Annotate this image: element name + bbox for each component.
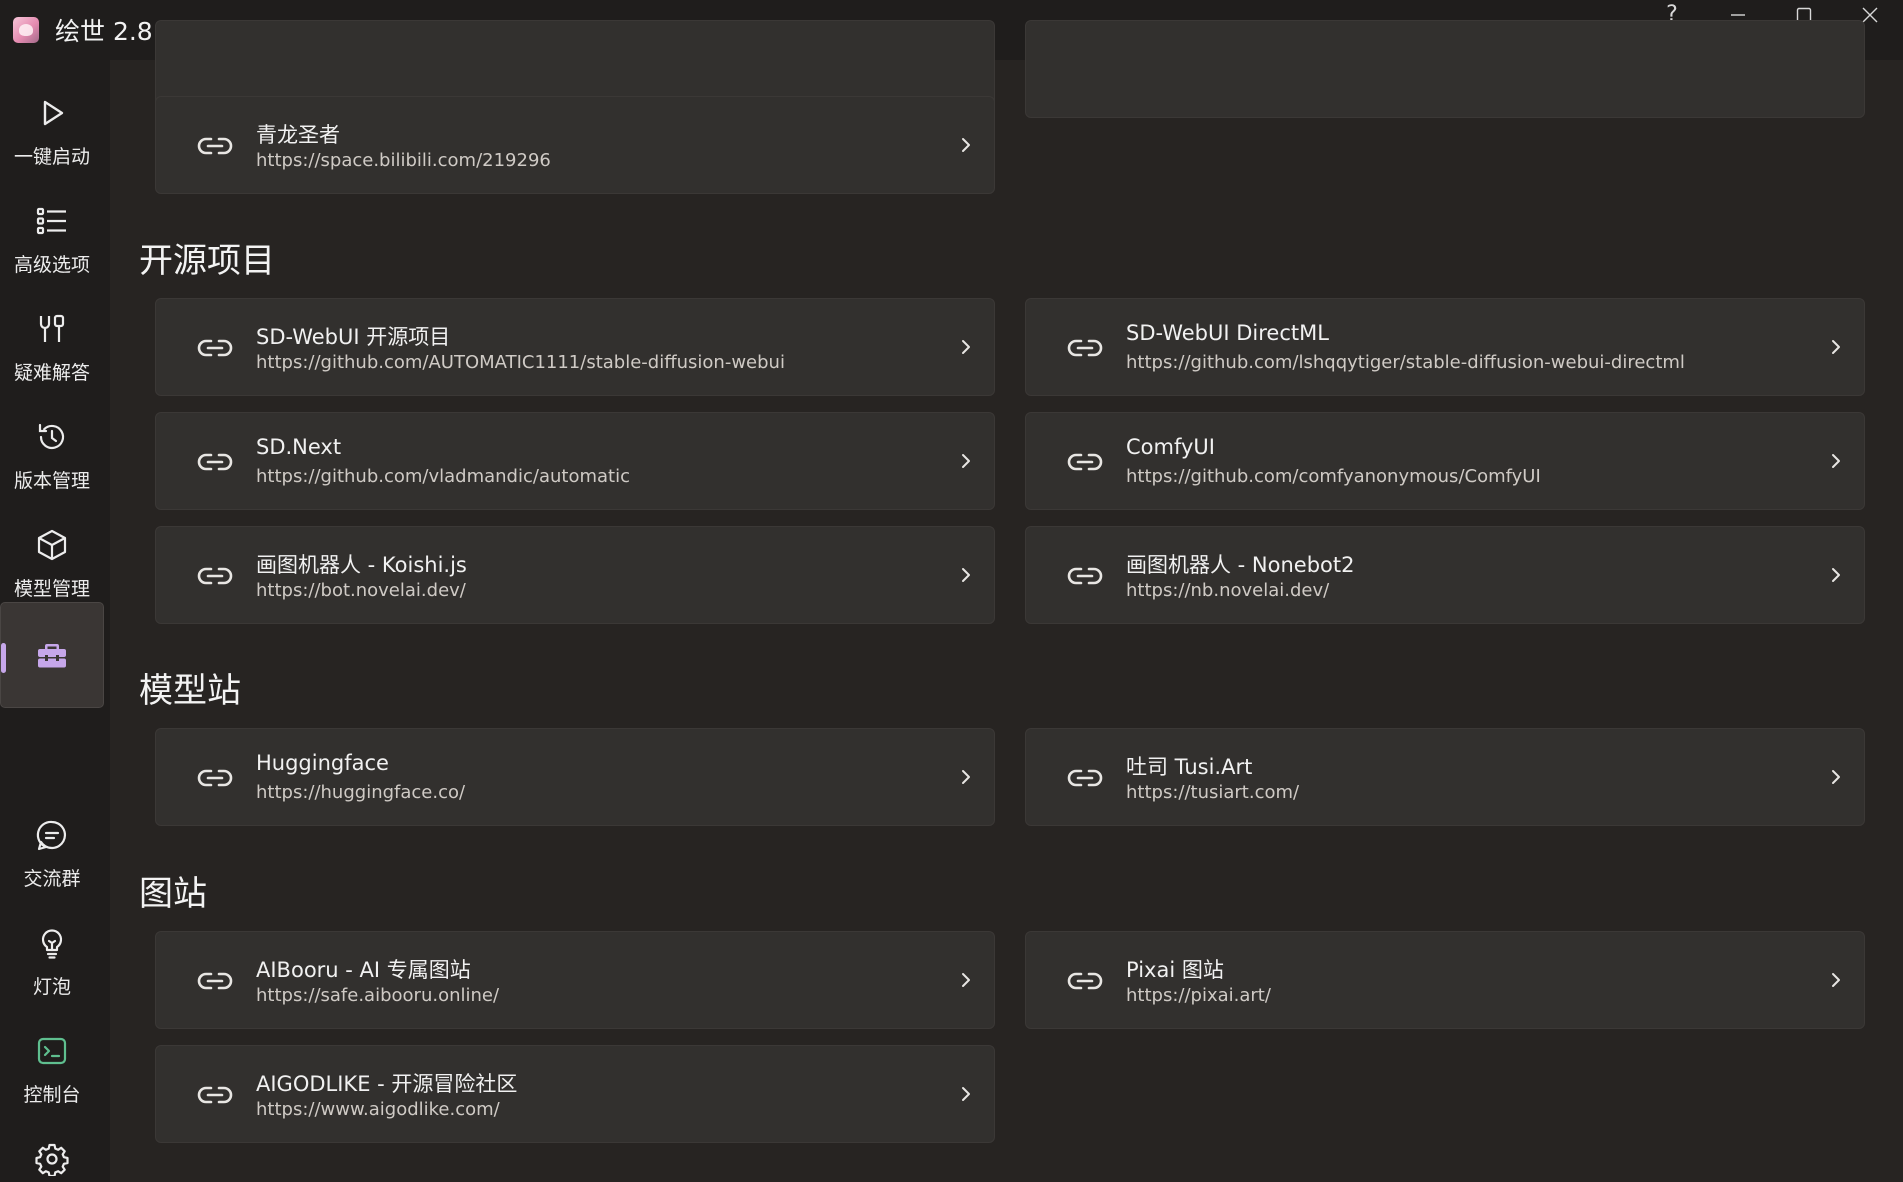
link-card[interactable]: ComfyUI https://github.com/comfyanonymou… [1025,412,1865,510]
history-icon [38,423,65,449]
link-card[interactable]: 画图机器人 - Nonebot2 https://nb.novelai.dev/ [1025,526,1865,624]
lightbulb-icon [41,928,63,959]
cube-icon [37,529,67,560]
link-icon [197,972,233,990]
chevron-right-icon [1832,568,1840,582]
play-icon [43,100,64,125]
link-card[interactable]: AIGODLIKE - 开源冒险社区 https://www.aigodlike… [155,1045,995,1143]
chat-icon [36,820,67,850]
card-url: https://www.aigodlike.com/ [256,1099,500,1120]
link-icon [197,339,233,357]
nav-item-settings[interactable]: 设置 [0,1128,104,1182]
tools-icon [39,314,65,342]
nav-label: 疑难解答 [13,361,90,384]
card-title: AIGODLIKE - 开源冒险社区 [256,1072,518,1096]
link-icon [1067,453,1103,471]
nav-label: 灯泡 [32,975,71,998]
card-title: ComfyUI [1126,435,1215,459]
card-title: 画图机器人 - Nonebot2 [1126,553,1355,577]
chevron-right-icon [1832,340,1840,354]
nav-label: 控制台 [23,1083,81,1106]
nav-label: 交流群 [23,867,81,890]
main-content: 青龙圣者 https://space.bilibili.com/219296 开… [110,20,1903,1182]
card-url: https://github.com/comfyanonymous/ComfyU… [1126,466,1541,487]
card-title: SD-WebUI 开源项目 [256,325,451,349]
link-icon [1067,769,1103,787]
chevron-right-icon [962,340,970,354]
link-card[interactable]: Pixai 图站 https://pixai.art/ [1025,931,1865,1029]
chevron-right-icon [1832,770,1840,784]
card-url: https://github.com/AUTOMATIC1111/stable-… [256,352,785,373]
chevron-right-icon [962,1087,970,1101]
card-url: https://safe.aibooru.online/ [256,985,500,1006]
app-logo-icon [13,17,39,43]
link-card[interactable]: SD.Next https://github.com/vladmandic/au… [155,412,995,510]
card-url: https://nb.novelai.dev/ [1126,580,1330,601]
card-title: Huggingface [256,751,389,775]
nav-item-advanced[interactable]: 高级选项 [0,190,104,290]
nav-item-toolbox[interactable] [0,602,104,708]
card-url: https://github.com/vladmandic/automatic [256,466,630,487]
link-icon [1067,972,1103,990]
link-card[interactable]: Huggingface https://huggingface.co/ [155,728,995,826]
card-title: AIBooru - AI 专属图站 [256,958,471,982]
link-icon [1067,339,1103,357]
app-window: 绘世 2.8.11 ? 一键启动 高级选项 疑难解答 版本管理 模型管理 交流群… [0,0,1903,1182]
nav-item-models[interactable]: 模型管理 [0,514,104,614]
link-icon [197,567,233,585]
link-icon [1067,567,1103,585]
card-url: https://space.bilibili.com/219296 [256,150,551,171]
link-card[interactable]: SD-WebUI 开源项目 https://github.com/AUTOMAT… [155,298,995,396]
section-title-image-sites: 图站 [139,874,207,914]
chevron-right-icon [962,138,970,152]
gear-icon [35,1143,69,1176]
nav-label: 高级选项 [13,253,90,276]
chevron-right-icon [962,454,970,468]
section-title-open-source: 开源项目 [139,241,275,281]
close-icon [1862,7,1878,23]
card-title: SD-WebUI DirectML [1126,321,1329,345]
card-url: https://bot.novelai.dev/ [256,580,466,601]
link-card[interactable]: 青龙圣者 https://space.bilibili.com/219296 [155,96,995,194]
section-title-model-sites: 模型站 [139,671,241,711]
link-card[interactable]: 画图机器人 - Koishi.js https://bot.novelai.de… [155,526,995,624]
nav-item-versions[interactable]: 版本管理 [0,406,104,506]
chevron-right-icon [1832,454,1840,468]
link-card-partial[interactable] [1025,20,1865,118]
nav-item-tips[interactable]: 灯泡 [0,912,104,1012]
card-url: https://huggingface.co/ [256,782,466,803]
card-url: https://pixai.art/ [1126,985,1271,1006]
link-icon [197,453,233,471]
active-indicator [1,643,6,673]
chevron-right-icon [962,770,970,784]
nav-item-console[interactable]: 控制台 [0,1020,104,1120]
link-card[interactable]: AIBooru - AI 专属图站 https://safe.aibooru.o… [155,931,995,1029]
nav-label: 版本管理 [13,469,90,492]
card-url: https://github.com/lshqqytiger/stable-di… [1126,352,1685,373]
chevron-right-icon [962,568,970,582]
list-icon [36,207,66,234]
card-title: 青龙圣者 [256,123,340,147]
sidebar-nav: 一键启动 高级选项 疑难解答 版本管理 模型管理 交流群 灯泡 控制台 [0,60,110,1182]
nav-label: 一键启动 [13,145,90,168]
card-title: Pixai 图站 [1126,958,1224,982]
card-title: SD.Next [256,435,342,459]
nav-item-launch[interactable]: 一键启动 [0,82,104,182]
console-icon [37,1037,67,1064]
card-url: https://tusiart.com/ [1126,782,1300,803]
chevron-right-icon [962,973,970,987]
link-card[interactable]: 吐司 Tusi.Art https://tusiart.com/ [1025,728,1865,826]
link-card[interactable]: SD-WebUI DirectML https://github.com/lsh… [1025,298,1865,396]
chevron-right-icon [1832,973,1840,987]
link-icon [197,769,233,787]
nav-item-troubleshoot[interactable]: 疑难解答 [0,298,104,398]
card-title: 画图机器人 - Koishi.js [256,553,467,577]
nav-item-community[interactable]: 交流群 [0,804,104,904]
card-title: 吐司 Tusi.Art [1126,755,1253,779]
link-icon [197,1086,233,1104]
nav-label: 模型管理 [13,577,90,600]
link-icon [197,137,233,155]
toolbox-icon [38,644,66,668]
